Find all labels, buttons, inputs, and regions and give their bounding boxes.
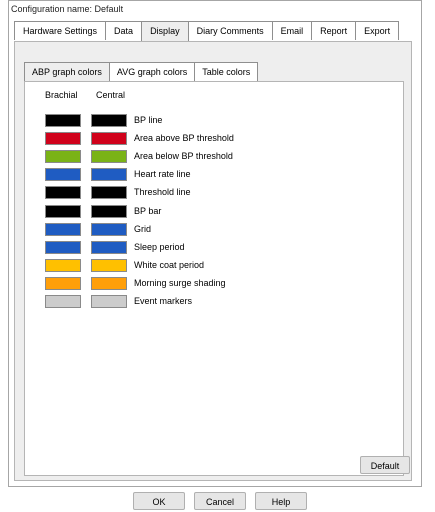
- brachial-color-swatch[interactable]: [45, 222, 81, 236]
- tab-hardware-settings[interactable]: Hardware Settings: [14, 21, 107, 40]
- window-title: Configuration name: Default: [11, 4, 124, 14]
- cancel-button[interactable]: Cancel: [194, 492, 246, 510]
- color-row-label: Event markers: [134, 296, 193, 306]
- subtab-strip: ABP graph colors AVG graph colors Table co…: [24, 62, 259, 82]
- central-color-swatch[interactable]: [91, 222, 127, 236]
- color-row-label: Morning surge shading: [134, 277, 226, 288]
- central-color-swatch[interactable]: [91, 204, 127, 218]
- central-color-swatch[interactable]: [91, 168, 127, 182]
- central-color-swatch[interactable]: [91, 295, 127, 308]
- brachial-color-swatch[interactable]: [45, 240, 81, 254]
- color-row-label: Grid: [134, 223, 152, 234]
- color-row-label: Heart rate line: [134, 169, 191, 180]
- tab-display[interactable]: Display: [141, 21, 189, 41]
- brachial-color-swatch[interactable]: [45, 295, 81, 308]
- configuration-dialog: Configuration name: Default Hardware Set…: [8, 0, 422, 487]
- color-row-label: White coat period: [134, 259, 205, 270]
- subtab-table-colors[interactable]: Table colors: [194, 62, 259, 81]
- central-color-swatch[interactable]: [91, 114, 127, 127]
- default-button[interactable]: Default: [360, 456, 410, 474]
- subtab-avg-graph-colors[interactable]: AVG graph colors: [108, 62, 196, 81]
- tab-data[interactable]: Data: [105, 21, 143, 40]
- brachial-color-swatch[interactable]: [45, 276, 81, 290]
- central-color-swatch[interactable]: [91, 258, 127, 272]
- brachial-color-swatch[interactable]: [45, 258, 81, 272]
- central-color-swatch[interactable]: [91, 240, 127, 254]
- color-row-label: Threshold line: [134, 187, 191, 198]
- brachial-color-swatch[interactable]: [45, 132, 81, 146]
- tab-export[interactable]: Export: [355, 21, 400, 40]
- column-header-brachial: Brachial: [45, 90, 78, 100]
- brachial-color-swatch[interactable]: [45, 150, 81, 164]
- dialog-buttons: OK Cancel Help: [0, 492, 435, 512]
- abp-graph-colors-panel: Brachial Central BP line Area above BP th…: [24, 81, 410, 476]
- tab-diary-comments[interactable]: Diary Comments: [187, 21, 273, 40]
- central-color-swatch[interactable]: [91, 150, 127, 164]
- help-button[interactable]: Help: [255, 492, 307, 510]
- column-header-central: Central: [96, 90, 126, 100]
- tab-email[interactable]: Email: [271, 21, 313, 40]
- main-tab-strip: Hardware Settings Data Display Diary Commen…: [14, 21, 400, 41]
- central-color-swatch[interactable]: [91, 186, 127, 200]
- color-row-label: BP bar: [134, 205, 162, 216]
- tab-report[interactable]: Report: [311, 21, 357, 40]
- color-row-label: BP line: [134, 115, 163, 125]
- ok-button[interactable]: OK: [133, 492, 185, 510]
- central-color-swatch[interactable]: [91, 276, 127, 290]
- subtab-abp-graph-colors[interactable]: ABP graph colors: [24, 62, 110, 82]
- brachial-color-swatch[interactable]: [45, 114, 81, 127]
- color-row-label: Area below BP threshold: [134, 151, 233, 162]
- central-color-swatch[interactable]: [91, 132, 127, 146]
- brachial-color-swatch[interactable]: [45, 204, 81, 218]
- color-row-label: Area above BP threshold: [134, 133, 234, 144]
- color-row-label: Sleep period: [134, 241, 185, 252]
- brachial-color-swatch[interactable]: [45, 186, 81, 200]
- brachial-color-swatch[interactable]: [45, 168, 81, 182]
- display-tab-panel: ABP graph colors AVG graph colors Table co…: [14, 41, 412, 481]
